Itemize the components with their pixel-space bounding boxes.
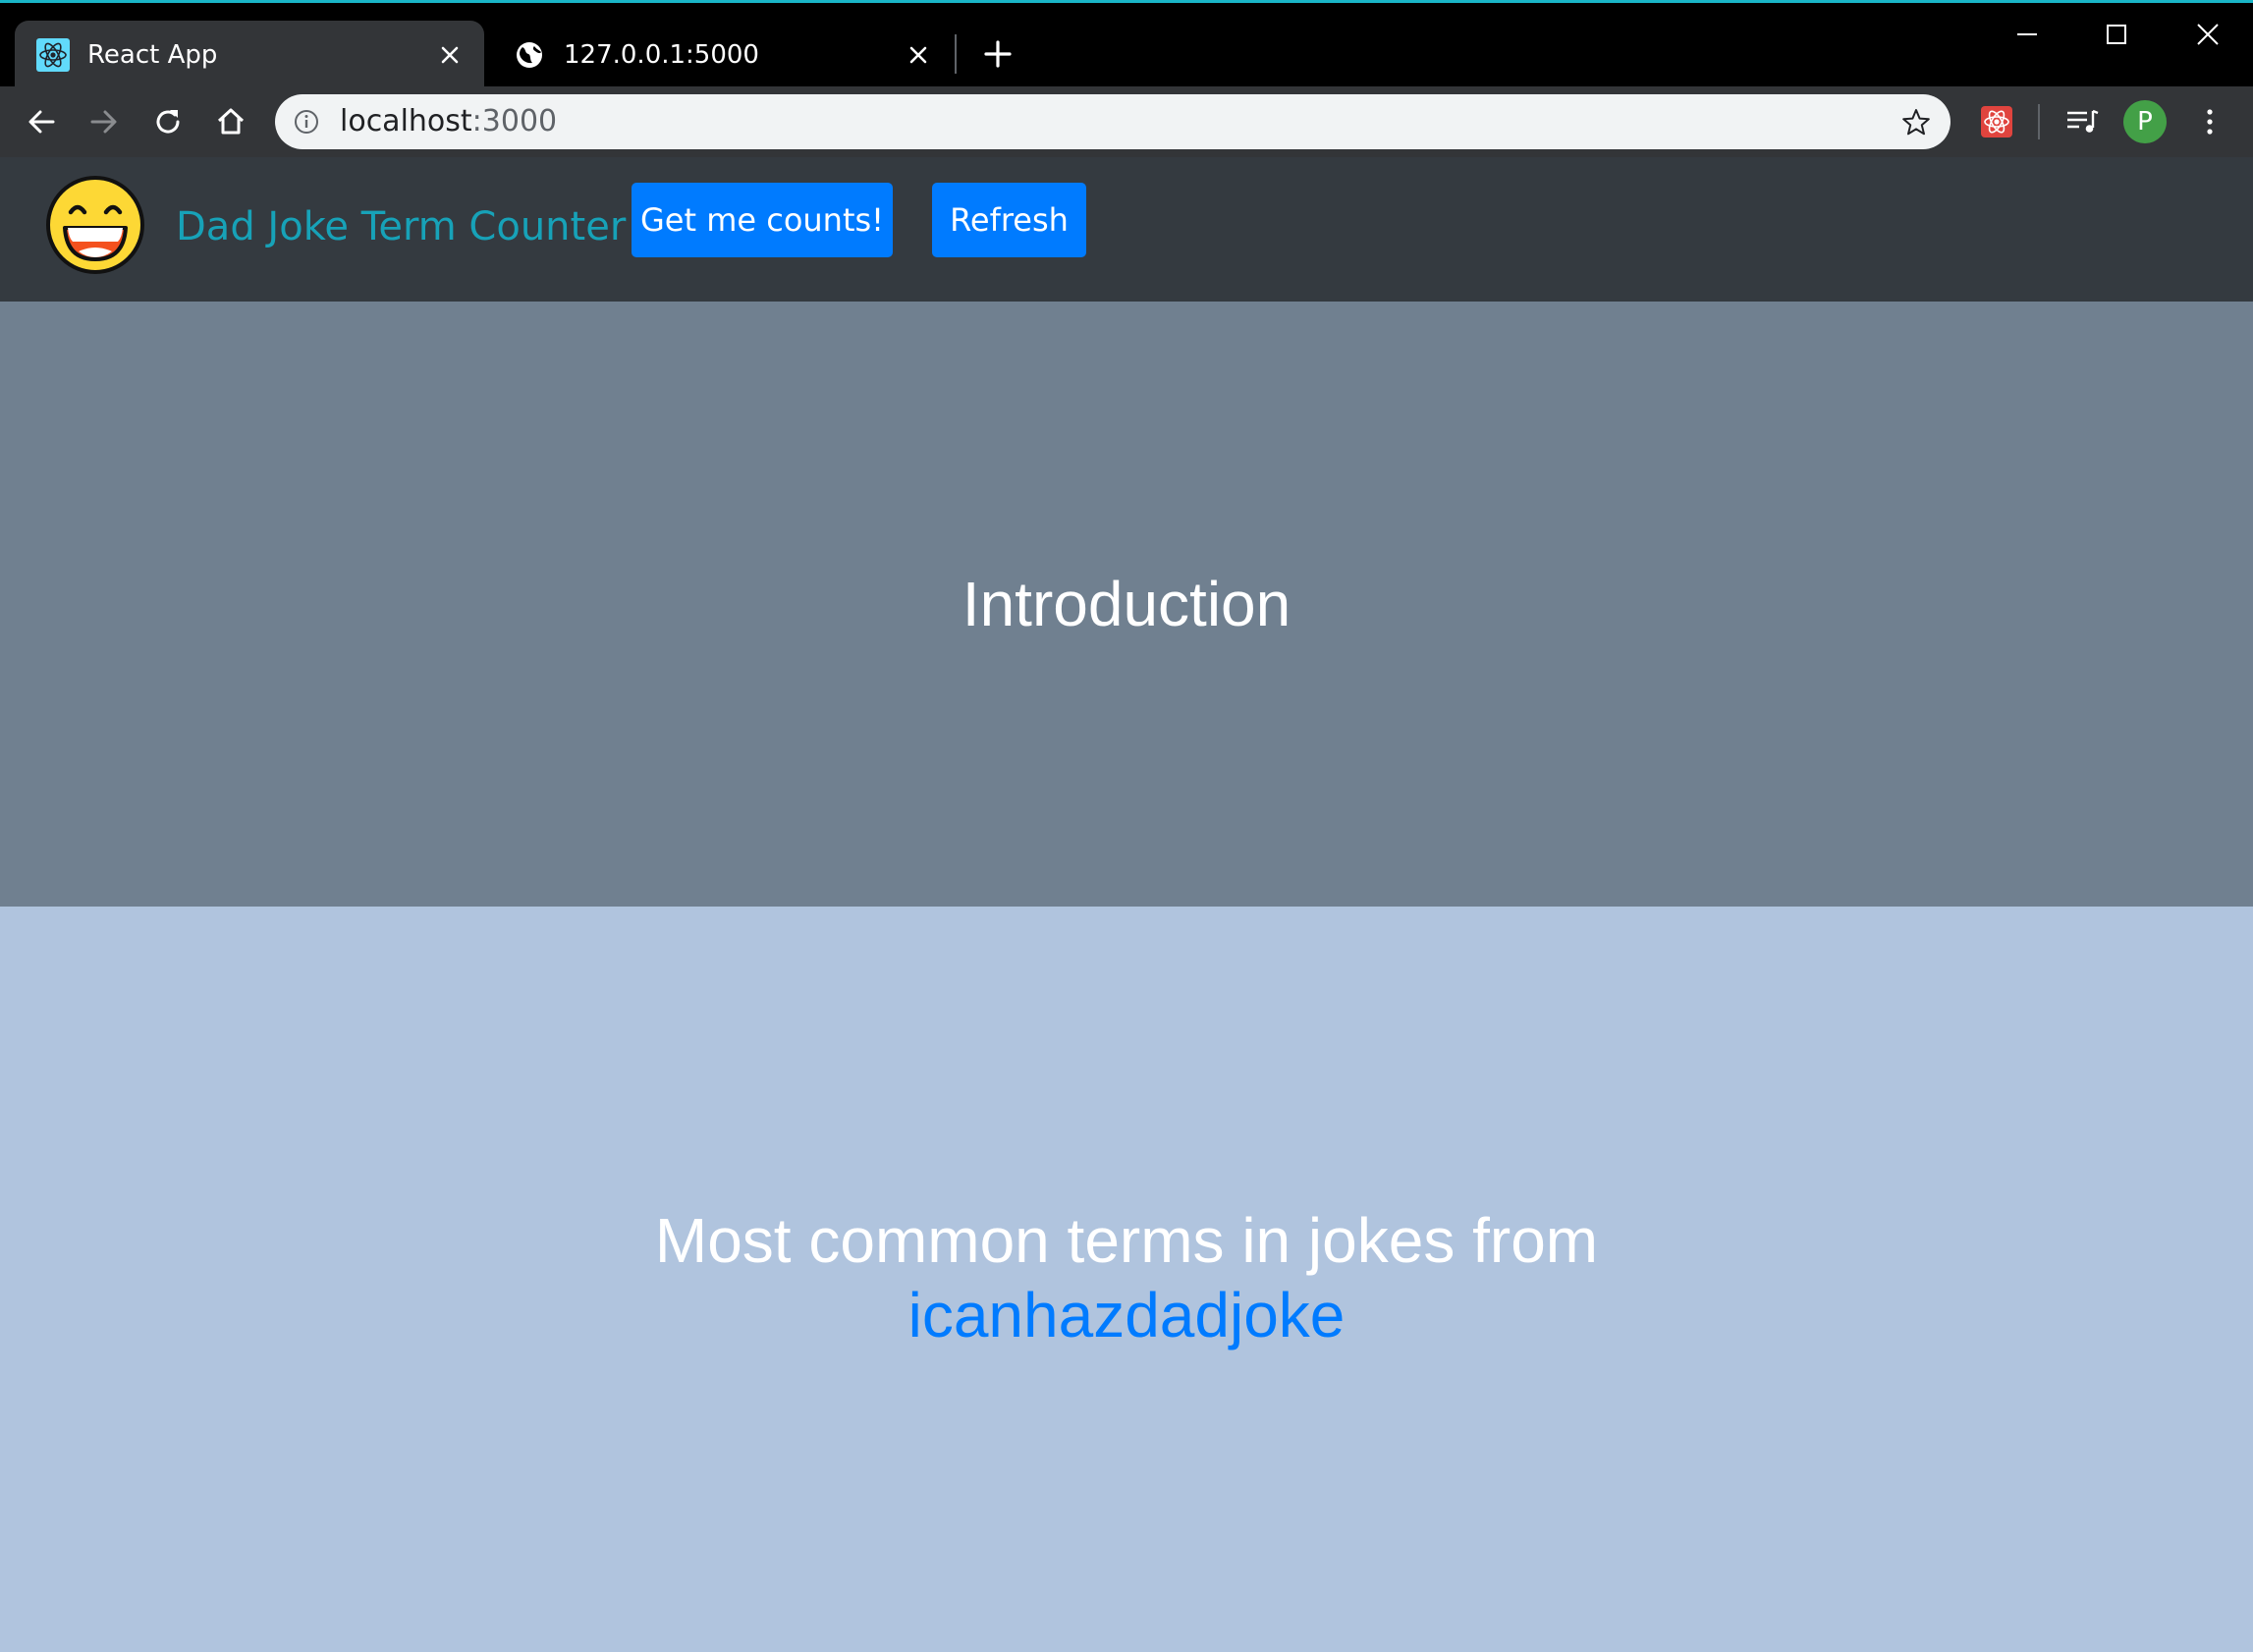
address-bar[interactable]: localhost:3000 <box>275 94 1951 149</box>
url-port: :3000 <box>471 104 558 138</box>
react-icon <box>36 38 70 72</box>
common-terms-heading-text: Most common terms in jokes from <box>654 1205 1599 1276</box>
tab-localhost-5000[interactable]: 127.0.0.1:5000 <box>491 21 953 89</box>
url-host: localhost <box>340 104 472 138</box>
icanhazdadjoke-link[interactable]: icanhazdadjoke <box>908 1280 1346 1350</box>
kebab-menu-icon[interactable] <box>2190 102 2229 141</box>
laughing-emoji-logo <box>46 176 144 274</box>
bookmark-star-icon[interactable] <box>1899 106 1933 139</box>
close-window-icon[interactable] <box>2192 19 2224 50</box>
tab-title: React App <box>87 40 218 70</box>
maximize-icon[interactable] <box>2101 19 2132 50</box>
media-queue-icon[interactable] <box>2062 102 2102 141</box>
extension-icon[interactable] <box>1977 102 2016 141</box>
new-tab-icon[interactable] <box>980 36 1016 72</box>
common-terms-section: Most common terms in jokes from icanhazda… <box>0 907 2253 1652</box>
app-navbar: Dad Joke Term Counter Get me counts! Ref… <box>0 157 2253 302</box>
back-icon[interactable] <box>22 102 61 141</box>
tab-title: 127.0.0.1:5000 <box>564 40 759 70</box>
refresh-button[interactable]: Refresh <box>932 183 1086 257</box>
forward-icon[interactable] <box>84 102 124 141</box>
profile-avatar[interactable]: P <box>2123 100 2167 143</box>
minimize-icon[interactable] <box>2011 19 2043 50</box>
get-counts-button[interactable]: Get me counts! <box>632 183 893 257</box>
globe-icon <box>517 42 542 68</box>
tab-divider <box>955 34 957 74</box>
close-tab-icon[interactable] <box>433 38 467 72</box>
home-icon[interactable] <box>211 102 250 141</box>
reload-icon[interactable] <box>148 102 188 141</box>
introduction-section: Introduction <box>0 302 2253 907</box>
browser-toolbar: localhost:3000 P <box>0 86 2253 157</box>
browser-tab-strip: React App 127.0.0.1:5000 <box>0 0 2253 89</box>
common-terms-heading: Most common terms in jokes from icanhazda… <box>0 1203 2253 1352</box>
site-info-icon[interactable] <box>293 108 320 136</box>
app-title[interactable]: Dad Joke Term Counter <box>176 204 626 249</box>
toolbar-divider <box>2038 104 2040 139</box>
close-tab-icon[interactable] <box>902 38 935 72</box>
url-text[interactable]: localhost:3000 <box>340 94 557 149</box>
tab-react-app[interactable]: React App <box>15 21 484 89</box>
introduction-heading: Introduction <box>962 569 1291 639</box>
